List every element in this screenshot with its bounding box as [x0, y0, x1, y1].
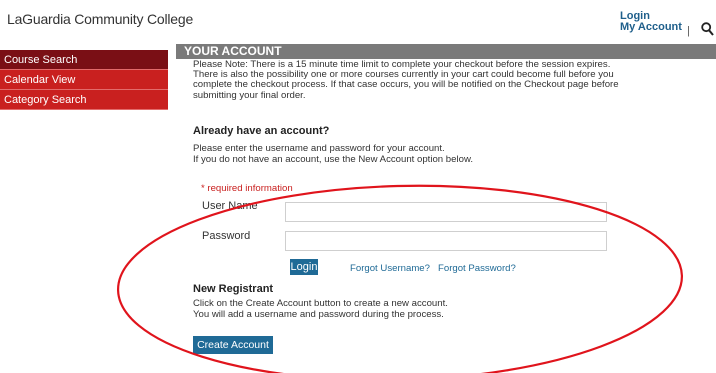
new-registrant-heading: New Registrant: [193, 283, 274, 295]
instruction-line: Click on the Create Account button to cr…: [193, 298, 448, 309]
top-separator: |: [687, 25, 690, 37]
my-account-link[interactable]: My Account: [620, 22, 682, 33]
new-registrant-instructions: Click on the Create Account button to cr…: [193, 298, 448, 320]
create-account-button[interactable]: Create Account: [193, 336, 273, 354]
instruction-line: Please enter the username and password f…: [193, 143, 445, 154]
instruction-line: If you do not have an account, use the N…: [193, 154, 474, 165]
checkout-note: Please Note: There is a 15 minute time l…: [193, 59, 653, 101]
section-title-bar: YOUR ACCOUNT: [176, 44, 716, 59]
site-title: LaGuardia Community College: [7, 11, 194, 27]
account-instructions: Please enter the username and password f…: [193, 143, 473, 165]
sidebar-item-course-search[interactable]: Course Search: [0, 50, 168, 70]
password-field[interactable]: [285, 231, 607, 251]
username-label: User Name: [202, 200, 258, 212]
login-button[interactable]: Login: [290, 259, 318, 275]
instruction-line: You will add a username and password dur…: [193, 309, 444, 320]
password-label: Password: [202, 230, 251, 242]
note-line: submitting your final order.: [193, 89, 306, 101]
sidebar-item-category-search[interactable]: Category Search: [0, 90, 168, 110]
sidebar: Course Search Calendar View Category Sea…: [0, 50, 168, 110]
forgot-username-link[interactable]: Forgot Username?: [350, 263, 430, 274]
sidebar-item-calendar-view[interactable]: Calendar View: [0, 70, 168, 90]
username-field[interactable]: [285, 202, 607, 222]
forgot-password-link[interactable]: Forgot Password?: [438, 263, 516, 274]
required-info-note: * required information: [201, 183, 293, 194]
top-links: Login My Account: [620, 11, 682, 33]
search-icon[interactable]: [701, 22, 714, 36]
account-heading: Already have an account?: [193, 125, 330, 137]
